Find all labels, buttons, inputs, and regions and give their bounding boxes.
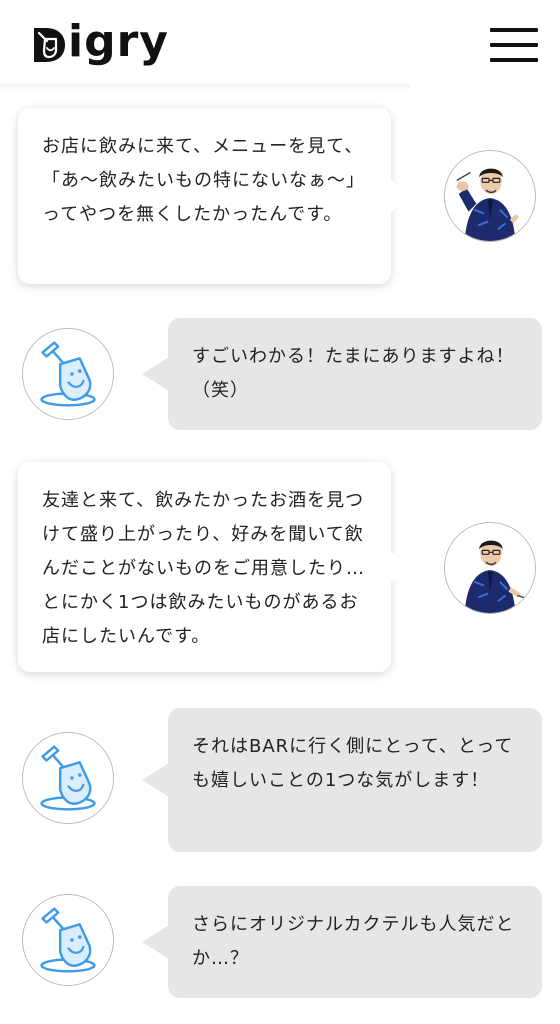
menu-line-icon [490,28,538,32]
menu-line-icon [490,43,538,47]
speech-bubble: すごいわかる！たまにありますよね！（笑） [142,318,542,430]
digry-shovel-icon [23,733,113,823]
shovel-d-logo-icon [34,28,65,62]
site-header: igry [0,0,560,84]
digry-logo[interactable]: igry [32,16,169,72]
logo-text: igry [68,16,169,67]
person-avatar [444,150,536,242]
speech-bubble: さらにオリジナルカクテルも人気だとか…？ [142,886,542,998]
header-shadow [0,84,410,92]
digry-avatar [22,328,114,420]
menu-line-icon [490,58,538,62]
digry-shovel-icon [23,895,113,985]
person-avatar-icon [445,151,535,241]
person-avatar-icon [445,523,535,613]
speech-bubble: 友達と来て、飲みたかったお酒を見つけて盛り上がったり、好みを聞いて飲んだことがな… [18,462,413,672]
digry-shovel-icon [23,329,113,419]
speech-bubble: お店に飲みに来て、メニューを見て、「あ〜飲みたいもの特にないなぁ〜」ってやつを無… [18,108,413,284]
hamburger-menu-button[interactable] [490,26,538,64]
digry-avatar [22,894,114,986]
person-avatar [444,522,536,614]
speech-bubble: それはBARに行く側にとって、とっても嬉しいことの1つな気がします！ [142,708,542,852]
digry-avatar [22,732,114,824]
